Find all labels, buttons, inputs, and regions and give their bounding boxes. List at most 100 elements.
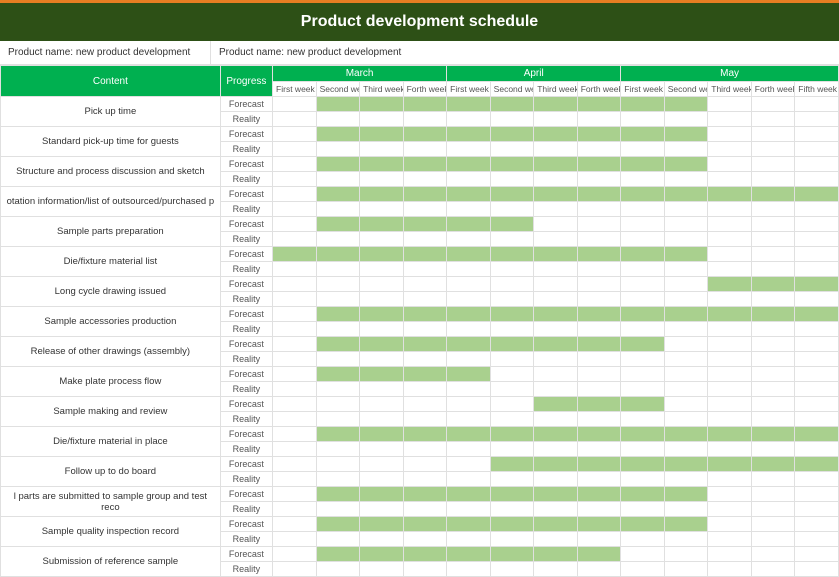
gantt-cell <box>360 217 404 232</box>
gantt-cell <box>447 457 491 472</box>
gantt-cell <box>534 532 578 547</box>
gantt-cell <box>664 442 708 457</box>
gantt-cell <box>273 487 317 502</box>
gantt-cell <box>621 412 665 427</box>
progress-reality-cell: Reality <box>220 142 272 157</box>
gantt-cell <box>403 157 447 172</box>
gantt-cell <box>577 442 621 457</box>
gantt-cell <box>403 292 447 307</box>
gantt-cell <box>577 367 621 382</box>
gantt-cell <box>403 487 447 502</box>
week-header: Third week <box>708 82 752 97</box>
gantt-cell <box>708 547 752 562</box>
gantt-cell <box>360 142 404 157</box>
gantt-cell <box>273 202 317 217</box>
gantt-cell <box>708 97 752 112</box>
gantt-cell <box>577 307 621 322</box>
gantt-cell <box>447 412 491 427</box>
gantt-cell <box>273 382 317 397</box>
task-forecast-row: Submission of reference sampleForecast <box>1 547 839 562</box>
gantt-cell <box>621 127 665 142</box>
task-forecast-row: l parts are submitted to sample group an… <box>1 487 839 502</box>
gantt-cell <box>534 457 578 472</box>
gantt-cell <box>316 157 360 172</box>
gantt-cell <box>490 367 534 382</box>
gantt-cell <box>360 337 404 352</box>
gantt-cell <box>795 547 839 562</box>
progress-reality-cell: Reality <box>220 472 272 487</box>
gantt-cell <box>316 352 360 367</box>
gantt-cell <box>577 232 621 247</box>
progress-forecast-cell: Forecast <box>220 307 272 322</box>
task-name-cell: l parts are submitted to sample group an… <box>1 487 221 517</box>
gantt-cell <box>447 322 491 337</box>
gantt-cell <box>273 337 317 352</box>
gantt-cell <box>621 382 665 397</box>
gantt-cell <box>273 517 317 532</box>
gantt-cell <box>664 292 708 307</box>
gantt-cell <box>490 442 534 457</box>
gantt-cell <box>360 547 404 562</box>
gantt-cell <box>490 472 534 487</box>
gantt-cell <box>273 442 317 457</box>
gantt-cell <box>751 127 795 142</box>
gantt-cell <box>360 397 404 412</box>
gantt-cell <box>708 517 752 532</box>
gantt-cell <box>664 322 708 337</box>
gantt-cell <box>273 412 317 427</box>
gantt-cell <box>447 532 491 547</box>
gantt-cell <box>447 547 491 562</box>
gantt-cell <box>447 442 491 457</box>
task-name-cell: Die/fixture material list <box>1 247 221 277</box>
gantt-cell <box>273 562 317 577</box>
gantt-cell <box>360 367 404 382</box>
gantt-cell <box>273 97 317 112</box>
progress-forecast-cell: Forecast <box>220 337 272 352</box>
gantt-cell <box>751 232 795 247</box>
gantt-cell <box>316 322 360 337</box>
gantt-cell <box>577 142 621 157</box>
gantt-cell <box>273 157 317 172</box>
gantt-cell <box>403 367 447 382</box>
gantt-cell <box>621 172 665 187</box>
gantt-cell <box>621 337 665 352</box>
week-header: Third week <box>534 82 578 97</box>
gantt-cell <box>621 487 665 502</box>
gantt-cell <box>621 292 665 307</box>
task-name-cell: Long cycle drawing issued <box>1 277 221 307</box>
gantt-cell <box>316 427 360 442</box>
gantt-cell <box>577 187 621 202</box>
progress-forecast-cell: Forecast <box>220 457 272 472</box>
gantt-cell <box>577 97 621 112</box>
gantt-cell <box>273 547 317 562</box>
gantt-cell <box>795 367 839 382</box>
progress-forecast-cell: Forecast <box>220 517 272 532</box>
gantt-cell <box>447 562 491 577</box>
gantt-cell <box>577 277 621 292</box>
gantt-cell <box>534 547 578 562</box>
gantt-cell <box>316 127 360 142</box>
gantt-cell <box>664 352 708 367</box>
task-forecast-row: Sample quality inspection recordForecast <box>1 517 839 532</box>
gantt-cell <box>534 502 578 517</box>
gantt-cell <box>316 262 360 277</box>
gantt-cell <box>316 487 360 502</box>
gantt-cell <box>664 202 708 217</box>
product-name-right: Product name: new product development <box>210 41 409 64</box>
gantt-cell <box>447 262 491 277</box>
progress-forecast-cell: Forecast <box>220 187 272 202</box>
gantt-cell <box>490 517 534 532</box>
gantt-cell <box>534 172 578 187</box>
gantt-cell <box>360 97 404 112</box>
gantt-cell <box>708 367 752 382</box>
progress-forecast-cell: Forecast <box>220 97 272 112</box>
gantt-cell <box>403 412 447 427</box>
gantt-cell <box>577 322 621 337</box>
gantt-cell <box>447 172 491 187</box>
gantt-cell <box>490 232 534 247</box>
schedule-table: Content Progress March April May First w… <box>0 65 839 577</box>
week-header: First week <box>273 82 317 97</box>
gantt-cell <box>447 127 491 142</box>
gantt-cell <box>621 157 665 172</box>
month-header-march: March <box>273 66 447 82</box>
